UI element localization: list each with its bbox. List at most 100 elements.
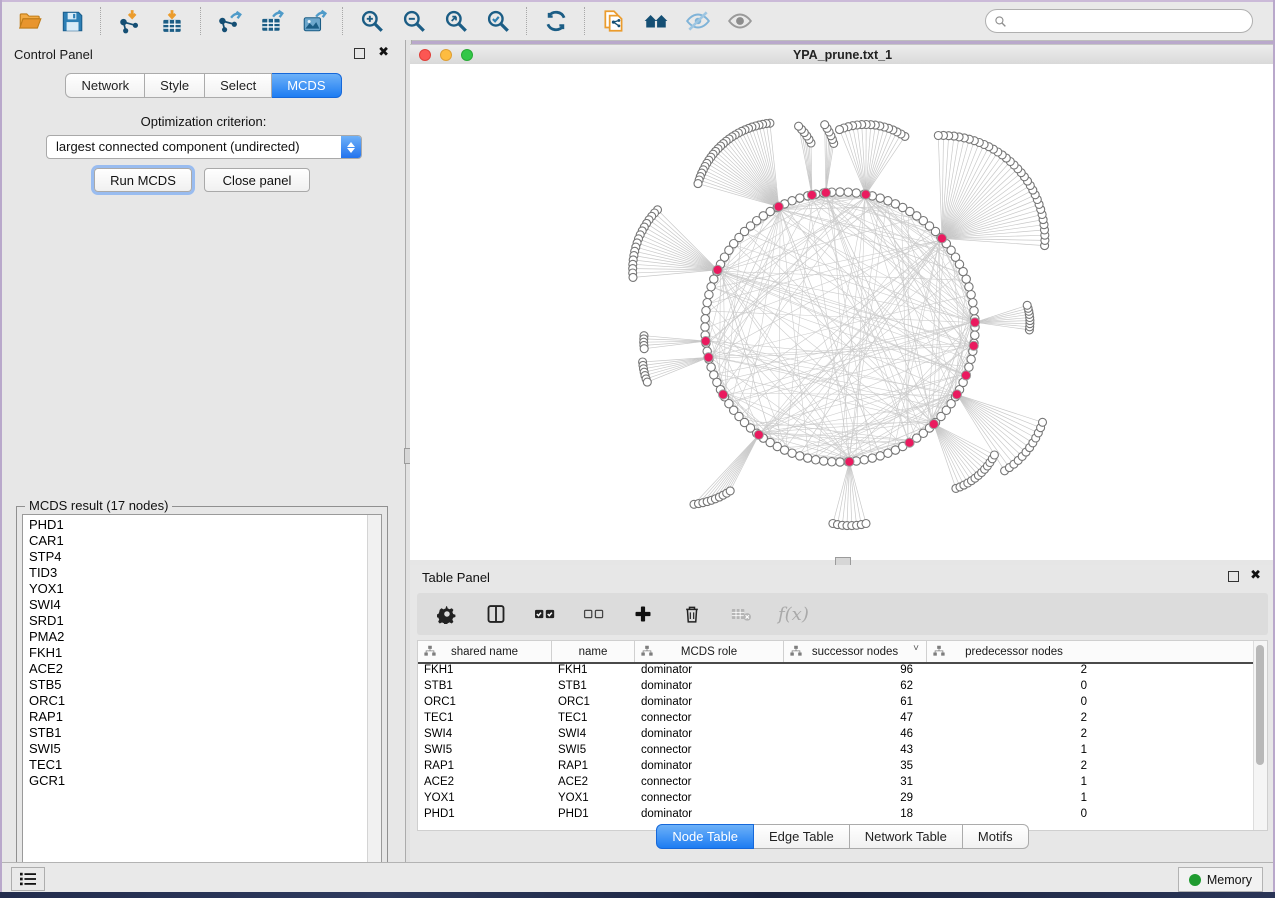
table-row[interactable]: TEC1TEC1connector472 bbox=[418, 710, 1254, 726]
table-cell[interactable]: ORC1 bbox=[418, 696, 552, 708]
save-session-icon[interactable] bbox=[58, 7, 86, 35]
table-cell[interactable]: 46 bbox=[784, 728, 927, 740]
mcds-result-item[interactable]: SWI5 bbox=[23, 741, 367, 757]
table-row[interactable]: STB1STB1dominator620 bbox=[418, 678, 1254, 694]
table-cell[interactable]: STB1 bbox=[552, 680, 635, 692]
table-cell[interactable]: RAP1 bbox=[552, 760, 635, 772]
mcds-list-scrollbar[interactable] bbox=[367, 515, 381, 873]
mcds-result-item[interactable]: FKH1 bbox=[23, 645, 367, 661]
mcds-result-item[interactable]: ACE2 bbox=[23, 661, 367, 677]
table-cell[interactable]: 0 bbox=[927, 696, 1101, 708]
table-row[interactable]: ACE2ACE2connector311 bbox=[418, 774, 1254, 790]
table-cell[interactable]: FKH1 bbox=[418, 664, 552, 676]
mcds-result-item[interactable]: SRD1 bbox=[23, 613, 367, 629]
gear-icon[interactable] bbox=[435, 602, 459, 626]
mcds-result-item[interactable]: TID3 bbox=[23, 565, 367, 581]
table-scrollbar[interactable] bbox=[1253, 641, 1267, 830]
column-header-successor-nodes[interactable]: successor nodes ˅ bbox=[784, 641, 927, 662]
table-cell[interactable]: TEC1 bbox=[418, 712, 552, 724]
mcds-result-item[interactable]: YOX1 bbox=[23, 581, 367, 597]
zoom-out-icon[interactable] bbox=[400, 7, 428, 35]
zoom-selected-icon[interactable] bbox=[484, 7, 512, 35]
column-header-predecessor-nodes[interactable]: predecessor nodes bbox=[927, 641, 1101, 662]
table-cell[interactable]: 62 bbox=[784, 680, 927, 692]
table-cell[interactable]: connector bbox=[635, 712, 784, 724]
mcds-result-item[interactable]: GCR1 bbox=[23, 773, 367, 789]
table-cell[interactable]: 2 bbox=[927, 664, 1101, 676]
add-column-icon[interactable] bbox=[631, 602, 655, 626]
table-cell[interactable]: SWI5 bbox=[418, 744, 552, 756]
table-cell[interactable]: PHD1 bbox=[552, 808, 635, 820]
table-cell[interactable]: 29 bbox=[784, 792, 927, 804]
table-cell[interactable]: PHD1 bbox=[418, 808, 552, 820]
network-titlebar[interactable]: YPA_prune.txt_1 bbox=[410, 44, 1275, 65]
table-row[interactable]: ORC1ORC1dominator610 bbox=[418, 694, 1254, 710]
table-cell[interactable]: STB1 bbox=[418, 680, 552, 692]
table-cell[interactable]: dominator bbox=[635, 680, 784, 692]
table-cell[interactable]: connector bbox=[635, 776, 784, 788]
column-header-name[interactable]: name bbox=[552, 641, 635, 662]
scrollbar-thumb[interactable] bbox=[1256, 645, 1264, 765]
table-cell[interactable]: dominator bbox=[635, 664, 784, 676]
table-cell[interactable]: 2 bbox=[927, 728, 1101, 740]
table-cell[interactable]: 43 bbox=[784, 744, 927, 756]
mcds-result-item[interactable]: STB5 bbox=[23, 677, 367, 693]
tab-node-table[interactable]: Node Table bbox=[656, 824, 754, 849]
mcds-result-item[interactable]: SWI4 bbox=[23, 597, 367, 613]
export-image-icon[interactable] bbox=[300, 7, 328, 35]
close-panel-button[interactable]: Close panel bbox=[204, 168, 310, 192]
deselect-all-checkboxes-icon[interactable] bbox=[582, 602, 606, 626]
mcds-result-item[interactable]: ORC1 bbox=[23, 693, 367, 709]
table-cell[interactable]: dominator bbox=[635, 760, 784, 772]
table-cell[interactable]: 35 bbox=[784, 760, 927, 772]
table-cell[interactable]: 2 bbox=[927, 760, 1101, 772]
duplicate-network-icon[interactable] bbox=[600, 7, 628, 35]
mcds-result-item[interactable]: PMA2 bbox=[23, 629, 367, 645]
table-cell[interactable]: 31 bbox=[784, 776, 927, 788]
table-cell[interactable]: ACE2 bbox=[552, 776, 635, 788]
tab-motifs[interactable]: Motifs bbox=[963, 824, 1029, 849]
table-cell[interactable]: 1 bbox=[927, 792, 1101, 804]
mcds-result-item[interactable]: TEC1 bbox=[23, 757, 367, 773]
table-cell[interactable]: dominator bbox=[635, 696, 784, 708]
show-all-icon[interactable] bbox=[726, 7, 754, 35]
mcds-result-item[interactable]: STP4 bbox=[23, 549, 367, 565]
table-row[interactable]: FKH1FKH1dominator962 bbox=[418, 662, 1254, 678]
table-cell[interactable]: 1 bbox=[927, 776, 1101, 788]
memory-button[interactable]: Memory bbox=[1178, 867, 1263, 892]
table-cell[interactable]: RAP1 bbox=[418, 760, 552, 772]
mcds-result-item[interactable]: PHD1 bbox=[23, 517, 367, 533]
table-cell[interactable]: 0 bbox=[927, 680, 1101, 692]
table-cell[interactable]: 61 bbox=[784, 696, 927, 708]
first-neighbors-icon[interactable] bbox=[642, 7, 670, 35]
zoom-fit-icon[interactable] bbox=[442, 7, 470, 35]
export-table-icon[interactable] bbox=[258, 7, 286, 35]
mcds-result-item[interactable]: CAR1 bbox=[23, 533, 367, 549]
tab-select[interactable]: Select bbox=[205, 73, 272, 98]
tab-edge-table[interactable]: Edge Table bbox=[754, 824, 850, 849]
column-header-mcds-role[interactable]: MCDS role bbox=[635, 641, 784, 662]
refresh-layout-icon[interactable] bbox=[542, 7, 570, 35]
float-panel-icon[interactable] bbox=[1228, 571, 1239, 582]
hide-selected-icon[interactable] bbox=[684, 7, 712, 35]
close-panel-icon[interactable]: ✖ bbox=[378, 45, 389, 58]
table-cell[interactable]: FKH1 bbox=[552, 664, 635, 676]
tab-network[interactable]: Network bbox=[65, 73, 145, 98]
table-cell[interactable]: connector bbox=[635, 744, 784, 756]
table-cell[interactable]: ACE2 bbox=[418, 776, 552, 788]
table-cell[interactable]: SWI5 bbox=[552, 744, 635, 756]
mcds-result-item[interactable]: RAP1 bbox=[23, 709, 367, 725]
network-canvas[interactable] bbox=[410, 64, 1275, 560]
criterion-dropdown[interactable]: largest connected component (undirected) bbox=[46, 135, 362, 159]
import-network-icon[interactable] bbox=[116, 7, 144, 35]
table-row[interactable]: SWI5SWI5connector431 bbox=[418, 742, 1254, 758]
zoom-in-icon[interactable] bbox=[358, 7, 386, 35]
export-network-icon[interactable] bbox=[216, 7, 244, 35]
table-cell[interactable]: dominator bbox=[635, 728, 784, 740]
table-cell[interactable]: YOX1 bbox=[552, 792, 635, 804]
table-cell[interactable]: SWI4 bbox=[552, 728, 635, 740]
table-cell[interactable]: YOX1 bbox=[418, 792, 552, 804]
close-panel-icon[interactable]: ✖ bbox=[1250, 568, 1261, 581]
table-cell[interactable]: 96 bbox=[784, 664, 927, 676]
run-mcds-button[interactable]: Run MCDS bbox=[94, 168, 192, 192]
